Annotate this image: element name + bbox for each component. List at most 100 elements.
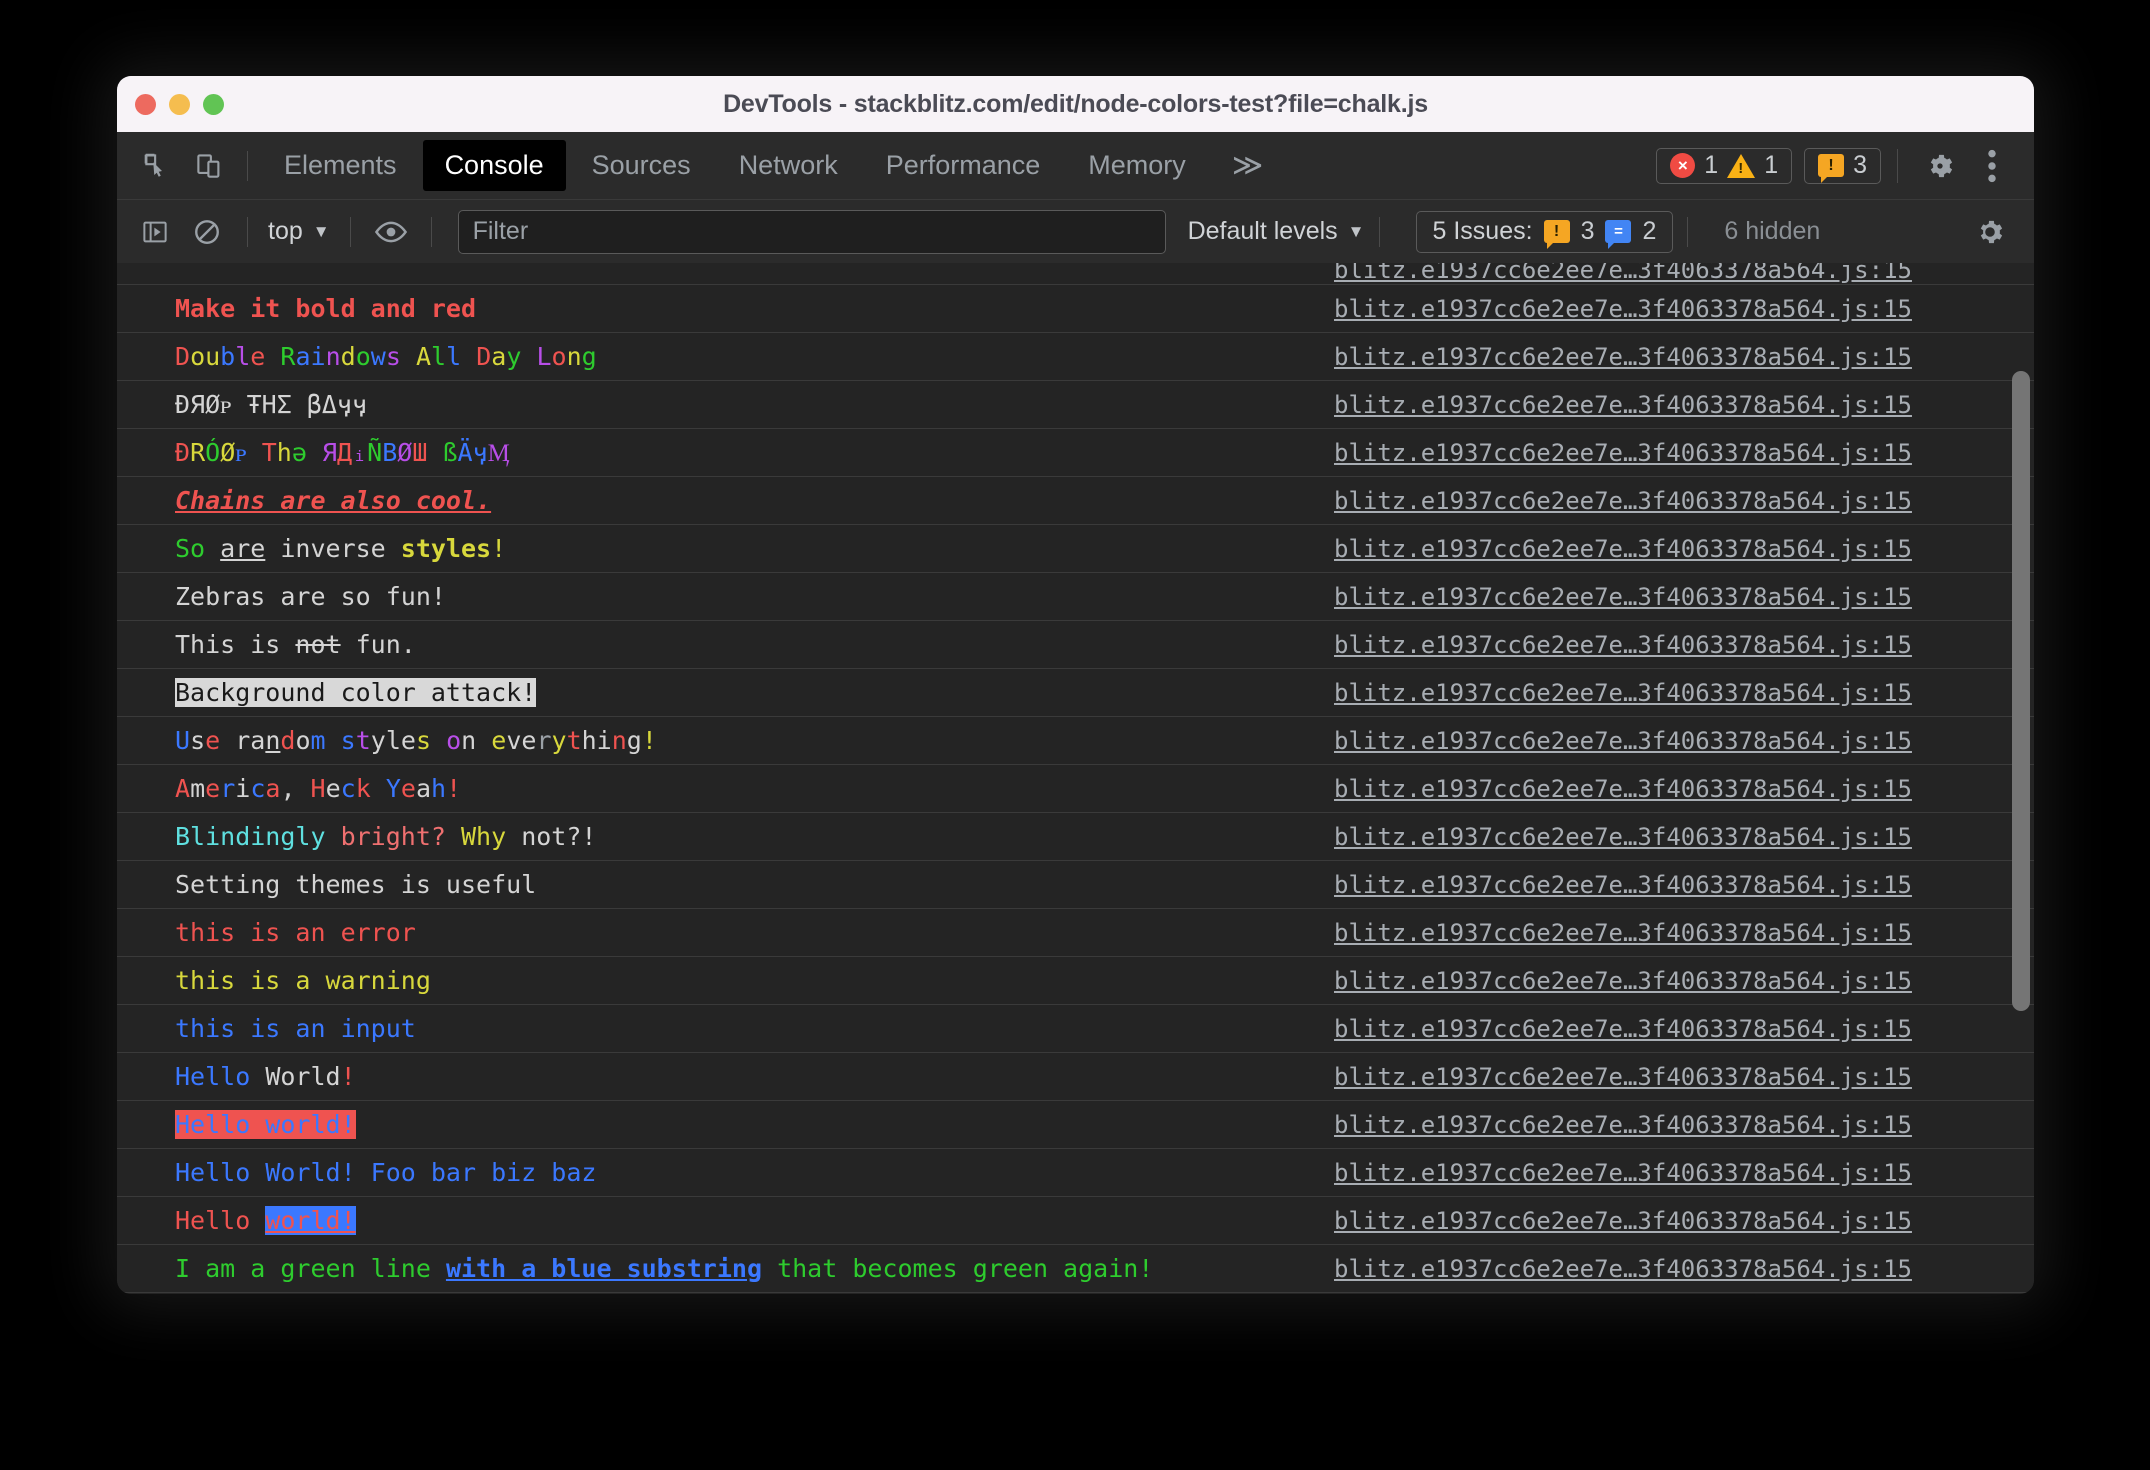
console-message-row[interactable]: Double Raindows All Day Long blitz.e1937c… [117, 333, 2034, 381]
console-source-link[interactable]: blitz.e1937cc6e2ee7e…3f4063378a564.js:15 [1334, 583, 2034, 611]
close-window-button[interactable] [135, 93, 156, 115]
message-segment: m [190, 774, 206, 803]
console-source-link[interactable]: blitz.e1937cc6e2ee7e…3f4063378a564.js:15 [1334, 439, 2034, 467]
message-segment: that becomes green again! [762, 1254, 1154, 1283]
settings-gear-icon[interactable] [1914, 140, 1966, 192]
console-message-row[interactable]: blitz.e1937cc6e2ee7e…3f4063378a564.js:15 [117, 1293, 2034, 1294]
message-segment: this is a warning [175, 966, 431, 995]
zoom-window-button[interactable] [203, 93, 224, 115]
message-segment: Д [337, 437, 353, 467]
console-message-list[interactable]: blitz.e1937cc6e2ee7e…3f4063378a564.js:15… [117, 263, 2034, 1294]
message-segment: Setting themes is useful [175, 870, 537, 899]
more-tabs-icon[interactable]: ≫ [1210, 148, 1285, 183]
console-source-link[interactable]: blitz.e1937cc6e2ee7e…3f4063378a564.js:15 [1334, 775, 2034, 803]
console-sidebar-toggle-icon[interactable] [129, 206, 181, 258]
live-expression-eye-icon[interactable] [365, 206, 417, 258]
tab-elements[interactable]: Elements [262, 140, 419, 191]
console-source-link[interactable]: blitz.e1937cc6e2ee7e…3f4063378a564.js:15 [1334, 871, 2034, 899]
console-message-row[interactable]: Make it bold and red blitz.e1937cc6e2ee7e… [117, 285, 2034, 333]
issue-warning-icon: ! [1543, 220, 1570, 249]
message-segment: e [205, 774, 221, 803]
console-message-row[interactable]: Blindingly bright? Why not?! blitz.e1937c… [117, 813, 2034, 861]
tab-memory[interactable]: Memory [1066, 140, 1208, 191]
console-source-link[interactable]: blitz.e1937cc6e2ee7e…3f4063378a564.js:15 [1334, 823, 2034, 851]
message-segment: h [276, 437, 292, 467]
console-source-link[interactable]: blitz.e1937cc6e2ee7e…3f4063378a564.js:15 [1334, 1111, 2034, 1139]
console-message-row[interactable]: Zebras are so fun! blitz.e1937cc6e2ee7e…3… [117, 573, 2034, 621]
tab-network[interactable]: Network [717, 140, 860, 191]
console-message-row[interactable]: America, Heck Yeah! blitz.e1937cc6e2ee7e…… [117, 765, 2034, 813]
message-segment: Blindingly [175, 822, 326, 851]
console-message-row[interactable]: this is a warning blitz.e1937cc6e2ee7e…3f… [117, 957, 2034, 1005]
console-source-link[interactable]: blitz.e1937cc6e2ee7e…3f4063378a564.js:15 [1334, 631, 2034, 659]
console-message-row[interactable]: this is an error blitz.e1937cc6e2ee7e…3f4… [117, 909, 2034, 957]
console-source-link[interactable]: blitz.e1937cc6e2ee7e…3f4063378a564.js:15 [1334, 263, 2034, 284]
console-source-link[interactable]: blitz.e1937cc6e2ee7e…3f4063378a564.js:15 [1334, 391, 2034, 419]
console-source-link[interactable]: blitz.e1937cc6e2ee7e…3f4063378a564.js:15 [1334, 343, 2034, 371]
console-source-link[interactable]: blitz.e1937cc6e2ee7e…3f4063378a564.js:15 [1334, 1159, 2034, 1187]
device-toolbar-icon[interactable] [183, 140, 235, 192]
issues-summary-button[interactable]: 5 Issues: ! 3 = 2 [1415, 210, 1674, 253]
tab-console[interactable]: Console [422, 140, 566, 191]
tab-performance[interactable]: Performance [864, 140, 1063, 191]
console-source-link[interactable]: blitz.e1937cc6e2ee7e…3f4063378a564.js:15 [1334, 295, 2034, 323]
console-source-link[interactable]: blitz.e1937cc6e2ee7e…3f4063378a564.js:15 [1334, 1015, 2034, 1043]
clear-console-icon[interactable] [181, 206, 233, 258]
console-message-row[interactable]: Chains are also cool. blitz.e1937cc6e2ee7… [117, 477, 2034, 525]
log-levels-dropdown[interactable]: Default levels ▼ [1188, 217, 1365, 246]
console-source-link[interactable]: blitz.e1937cc6e2ee7e…3f4063378a564.js:15 [1334, 1255, 2034, 1283]
console-source-link[interactable]: blitz.e1937cc6e2ee7e…3f4063378a564.js:15 [1334, 1063, 2034, 1091]
console-source-link[interactable]: blitz.e1937cc6e2ee7e…3f4063378a564.js:15 [1334, 919, 2034, 947]
issues-summary-label: 5 Issues: [1432, 217, 1533, 245]
console-source-link[interactable]: blitz.e1937cc6e2ee7e…3f4063378a564.js:15 [1334, 487, 2034, 515]
message-segment: Ñ [367, 437, 383, 467]
main-menu-icon[interactable] [1966, 140, 2018, 192]
message-segment: ᴩ [235, 437, 247, 467]
message-segment: l [235, 342, 251, 371]
console-source-link[interactable]: blitz.e1937cc6e2ee7e…3f4063378a564.js:15 [1334, 535, 2034, 563]
console-message-text: Hello world! [117, 1110, 1334, 1139]
message-segment: o [446, 726, 462, 755]
console-scrollbar[interactable] [2012, 371, 2030, 1011]
error-warning-counter[interactable]: × 1 1 [1656, 147, 1793, 184]
console-settings-gear-icon[interactable] [1964, 206, 2016, 258]
message-segment: Ä [457, 437, 473, 467]
console-message-row[interactable]: Hello World! blitz.e1937cc6e2ee7e…3f40633… [117, 1053, 2034, 1101]
console-message-row[interactable]: Setting themes is useful blitz.e1937cc6e2… [117, 861, 2034, 909]
message-segment: m [310, 726, 326, 755]
message-segment: ! [340, 1062, 356, 1091]
console-message-row[interactable]: Use random styles on everything! blitz.e1… [117, 717, 2034, 765]
console-scrollbar-thumb[interactable] [2012, 371, 2030, 1011]
message-segment: Hello World! Foo bar biz baz [175, 1158, 597, 1187]
console-message-text: America, Heck Yeah! [117, 774, 1334, 803]
console-message-row[interactable]: Hello world! blitz.e1937cc6e2ee7e…3f40633… [117, 1101, 2034, 1149]
console-message-text: ÐЯØᴩ ŦΗΣ βΔӌӌ [117, 390, 1334, 420]
console-message-row[interactable]: So are inverse styles! blitz.e1937cc6e2ee… [117, 525, 2034, 573]
tab-sources[interactable]: Sources [570, 140, 713, 191]
console-message-text: ÐRÓØᴩ Thə ЯДᵢÑBØШ ßÄӌӍ [117, 438, 1334, 468]
issues-counter[interactable]: ! 3 [1804, 147, 1881, 184]
inspect-element-icon[interactable] [131, 140, 183, 192]
filter-input[interactable] [457, 209, 1166, 254]
minimize-window-button[interactable] [169, 93, 190, 115]
message-segment: s [385, 342, 401, 371]
console-message-row[interactable]: this is an input blitz.e1937cc6e2ee7e…3f4… [117, 1005, 2034, 1053]
console-message-row[interactable]: I am a green line with a blue substring … [117, 1245, 2034, 1293]
message-segment: ÐЯØᴩ ŦΗΣ βΔӌӌ [175, 389, 368, 419]
message-segment [247, 438, 262, 467]
message-segment: with a blue substring [445, 1254, 763, 1283]
issue-info-icon: = [1605, 220, 1632, 249]
console-message-row[interactable]: Hello World! Foo bar biz baz blitz.e1937c… [117, 1149, 2034, 1197]
console-message-row[interactable]: This is not fun. blitz.e1937cc6e2ee7e…3f4… [117, 621, 2034, 669]
console-source-link[interactable]: blitz.e1937cc6e2ee7e…3f4063378a564.js:15 [1334, 967, 2034, 995]
console-source-link[interactable]: blitz.e1937cc6e2ee7e…3f4063378a564.js:15 [1334, 1207, 2034, 1235]
console-source-link[interactable]: blitz.e1937cc6e2ee7e…3f4063378a564.js:15 [1334, 679, 2034, 707]
console-message-row[interactable]: ÐRÓØᴩ Thə ЯДᵢÑBØШ ßÄӌӍ blitz.e1937cc6e2ee… [117, 429, 2034, 477]
console-message-row[interactable]: blitz.e1937cc6e2ee7e…3f4063378a564.js:15 [117, 263, 2034, 285]
console-message-row[interactable]: Hello world! blitz.e1937cc6e2ee7e…3f40633… [117, 1197, 2034, 1245]
execution-context-dropdown[interactable]: top ▼ [262, 217, 336, 246]
message-segment: c [340, 774, 356, 803]
console-message-row[interactable]: ÐЯØᴩ ŦΗΣ βΔӌӌ blitz.e1937cc6e2ee7e…3f4063… [117, 381, 2034, 429]
console-source-link[interactable]: blitz.e1937cc6e2ee7e…3f4063378a564.js:15 [1334, 727, 2034, 755]
console-message-row[interactable]: Background color attack! blitz.e1937cc6e2… [117, 669, 2034, 717]
